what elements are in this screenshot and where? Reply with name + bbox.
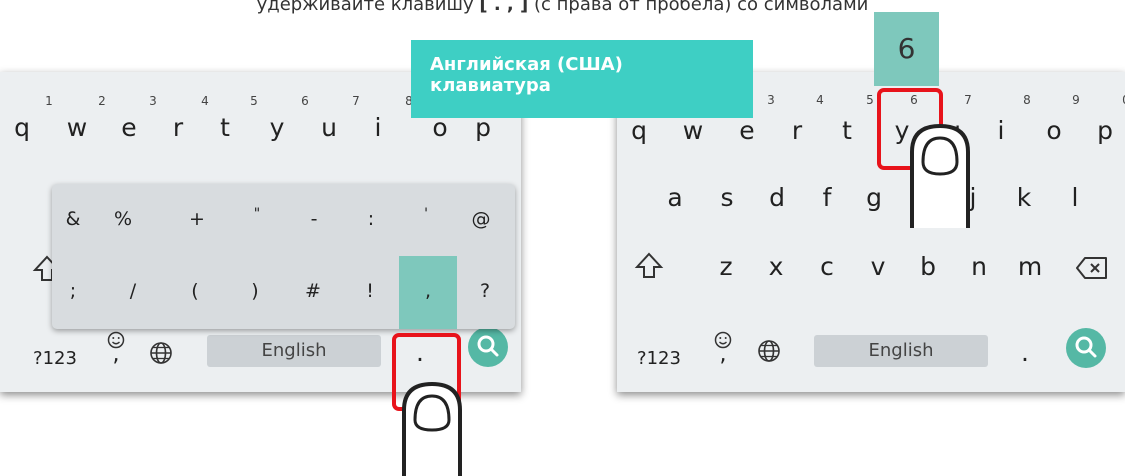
- key-c[interactable]: c: [812, 252, 842, 282]
- label-line1: Английская (США): [430, 54, 623, 75]
- sym-plus[interactable]: +: [182, 208, 212, 230]
- sym-semicolon[interactable]: ;: [58, 280, 88, 302]
- caption-text: удерживайте клавишу: [256, 0, 474, 15]
- hint-5: 5: [866, 93, 874, 107]
- search-icon: [477, 335, 499, 357]
- key-r[interactable]: r: [163, 113, 193, 143]
- sym-ampersand[interactable]: &: [58, 208, 88, 230]
- shift-icon[interactable]: [634, 251, 664, 281]
- hint-7: 7: [964, 93, 972, 107]
- key-t[interactable]: t: [832, 116, 862, 146]
- key-i[interactable]: i: [363, 113, 393, 143]
- sym-slash[interactable]: /: [118, 280, 148, 302]
- key-b[interactable]: b: [913, 252, 943, 282]
- sym-hash[interactable]: #: [298, 280, 328, 302]
- hint-0: 0: [1119, 93, 1125, 107]
- sym-comma-selected[interactable]: ,: [413, 280, 443, 302]
- hint-3: 3: [767, 93, 775, 107]
- sym-minus[interactable]: -: [299, 208, 329, 230]
- key-l[interactable]: l: [1060, 183, 1090, 213]
- hint-4: 4: [201, 94, 209, 108]
- sym-apostrophe[interactable]: ': [411, 206, 441, 222]
- hint-7: 7: [352, 94, 360, 108]
- hint-8: 8: [1023, 93, 1031, 107]
- label-line2: клавиатура: [430, 75, 551, 96]
- globe-icon[interactable]: [757, 339, 781, 363]
- caption-fragment: удерживайте клавишу [ . , ] (с права от …: [0, 0, 1125, 20]
- key-i[interactable]: i: [986, 116, 1016, 146]
- key-y[interactable]: y: [262, 113, 292, 143]
- backspace-icon[interactable]: [1076, 256, 1108, 280]
- sym-exclaim[interactable]: !: [355, 280, 385, 302]
- period-key[interactable]: .: [1011, 338, 1039, 368]
- key-g[interactable]: g: [859, 183, 889, 213]
- hint-4: 4: [816, 93, 824, 107]
- caption-tail: (с права от пробела) со символами: [534, 0, 869, 15]
- sym-quote[interactable]: ": [242, 206, 272, 222]
- key-u[interactable]: u: [314, 113, 344, 143]
- key-q[interactable]: q: [7, 113, 37, 143]
- key-r[interactable]: r: [782, 116, 812, 146]
- hint-3: 3: [149, 94, 157, 108]
- key-a[interactable]: a: [660, 183, 690, 213]
- comma-key[interactable]: ,: [101, 340, 131, 370]
- search-icon: [1075, 336, 1097, 358]
- key-n[interactable]: n: [964, 252, 994, 282]
- hint-6: 6: [301, 94, 309, 108]
- keyboard-language-label: Английская (США) клавиатура: [411, 40, 753, 118]
- sym-rparen[interactable]: ): [240, 280, 270, 302]
- globe-icon[interactable]: [149, 341, 173, 365]
- key-w[interactable]: w: [678, 116, 708, 146]
- key-x[interactable]: x: [761, 252, 791, 282]
- sym-colon[interactable]: :: [356, 208, 386, 230]
- sym-question[interactable]: ?: [470, 280, 500, 302]
- right-keyboard: q w e r t y u i o p 3 4 5 6 7 8 9 0 a s …: [617, 72, 1125, 392]
- space-bar[interactable]: English: [814, 335, 988, 367]
- key-m[interactable]: m: [1015, 252, 1045, 282]
- key-q[interactable]: q: [624, 116, 654, 146]
- key-o[interactable]: o: [1039, 116, 1069, 146]
- key-v[interactable]: v: [863, 252, 893, 282]
- finger-pointer-icon: [402, 381, 462, 476]
- mode-key[interactable]: ?123: [629, 344, 689, 374]
- key-preview-bubble: 6: [874, 12, 939, 86]
- key-d[interactable]: d: [762, 183, 792, 213]
- space-bar[interactable]: English: [207, 335, 381, 367]
- key-s[interactable]: s: [712, 183, 742, 213]
- hint-5: 5: [250, 94, 258, 108]
- hint-1: 1: [45, 94, 53, 108]
- hint-2: 2: [98, 94, 106, 108]
- hint-9: 9: [1072, 93, 1080, 107]
- sym-percent[interactable]: %: [108, 208, 138, 230]
- key-p[interactable]: p: [1090, 116, 1120, 146]
- key-w[interactable]: w: [62, 113, 92, 143]
- mode-key[interactable]: ?123: [25, 344, 85, 374]
- key-z[interactable]: z: [711, 252, 741, 282]
- comma-key[interactable]: ,: [708, 340, 738, 370]
- key-e[interactable]: e: [732, 116, 762, 146]
- key-f[interactable]: f: [812, 183, 842, 213]
- search-button[interactable]: [468, 327, 508, 367]
- finger-pointer-icon: [910, 123, 970, 228]
- symbol-popup: & % + " - : ' @ ; / ( ) # ! , ?: [52, 184, 515, 329]
- key-e[interactable]: e: [114, 113, 144, 143]
- sym-at[interactable]: @: [466, 208, 496, 230]
- key-k[interactable]: k: [1009, 183, 1039, 213]
- sym-lparen[interactable]: (: [180, 280, 210, 302]
- caption-bold: [ . , ]: [479, 0, 529, 15]
- search-button[interactable]: [1066, 328, 1106, 368]
- key-t[interactable]: t: [210, 113, 240, 143]
